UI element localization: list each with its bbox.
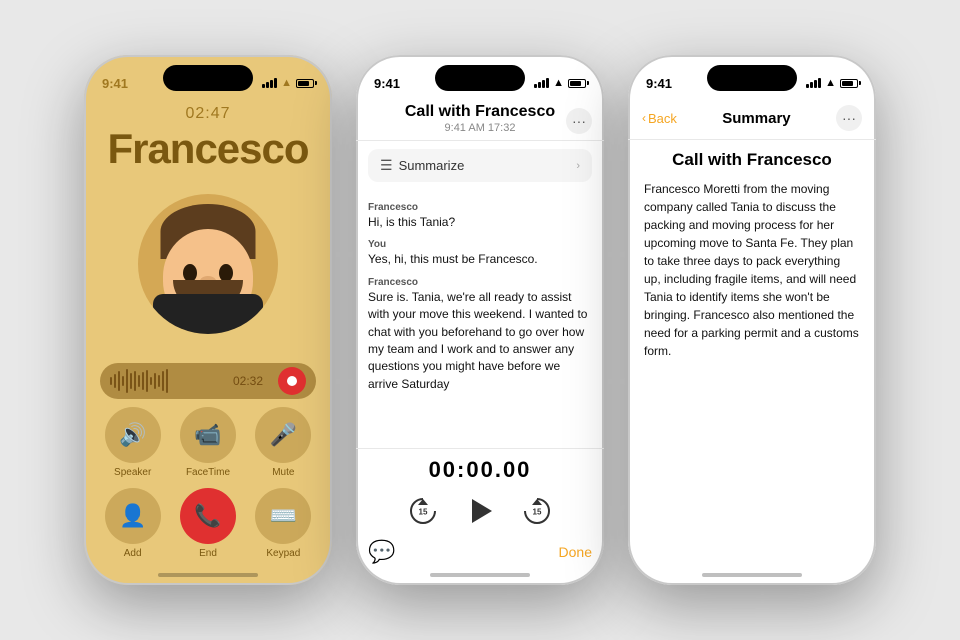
summary-nav-title: Summary [722,110,790,127]
end-label: End [199,548,217,559]
signal-bar-2 [266,82,269,88]
waveform-bar: 02:32 [100,363,316,399]
memoji-face [148,204,268,334]
transcript-line-3: Sure is. Tania, we're all ready to assis… [368,289,592,393]
record-button[interactable] [278,367,306,395]
waveform-lines [110,369,230,393]
signal-icon-3 [806,78,821,88]
signal-bar-3 [270,80,273,88]
playback-time: 00:00.00 [429,457,532,483]
record-indicator [287,376,297,386]
dynamic-island-2 [435,65,525,91]
end-button[interactable]: 📞 End [175,488,240,559]
signal-bar-1 [262,84,265,88]
summary-body-text: Francesco Moretti from the moving compan… [644,180,860,360]
battery-icon-3 [840,79,858,88]
call-duration: 02:47 [84,105,332,123]
back-button[interactable]: ‹ Back [642,111,677,126]
transcript-header: Call with Francesco 9:41 AM 17:32 ··· [356,101,604,141]
speaker-1: Francesco [368,202,592,213]
transcript-title: Call with Francesco [372,103,588,121]
more-options-button[interactable]: ··· [566,108,592,134]
phone-summary: 9:41 ▲ ‹ Back Summary ··· Call with Fran… [628,55,876,585]
status-time-2: 9:41 [374,76,400,91]
skip-back-button[interactable]: 15 [406,494,440,528]
speaker-label: Speaker [114,467,151,478]
transcript-bubble-icon: 💬 [368,539,395,565]
skip-back-label: 15 [419,507,428,516]
transcript-scroll[interactable]: Francesco Hi, is this Tania? You Yes, hi… [356,190,604,448]
status-icons-1: ▲ [262,77,314,89]
phone-transcript: 9:41 ▲ Call with Francesco 9:41 AM 17:32… [356,55,604,585]
summarize-label: Summarize [399,158,465,173]
summarize-row[interactable]: ☰ Summarize › [368,149,592,182]
home-indicator-1 [158,573,258,577]
status-icons-2: ▲ [534,77,586,89]
transcript-line-2: Yes, hi, this must be Francesco. [368,251,592,268]
signal-bar-4 [274,78,277,88]
phone-active-call: 9:41 ▲ 02:47 Francesco [84,55,332,585]
summary-call-title: Call with Francesco [644,150,860,170]
status-time-1: 9:41 [102,76,128,91]
speaker-2: You [368,239,592,250]
playback-controls: 15 15 [406,491,554,531]
dynamic-island [163,65,253,91]
mute-icon-circle: 🎤 [255,407,311,463]
signal-icon-2 [534,78,549,88]
add-icon-circle: 👤 [105,488,161,544]
play-icon [462,493,498,529]
home-indicator-3 [702,573,802,577]
call-timer: 02:32 [233,374,263,388]
speaker-icon-circle: 🔊 [105,407,161,463]
facetime-label: FaceTime [186,467,230,478]
transcript-bottom: 💬 Done [356,535,604,567]
mute-button[interactable]: 🎤 Mute [251,407,316,478]
keypad-icon-circle: ⌨️ [255,488,311,544]
status-icons-3: ▲ [806,77,858,89]
caller-name: Francesco [84,125,332,173]
add-label: Add [124,548,142,559]
speaker-3: Francesco [368,277,592,288]
wifi-icon: ▲ [281,77,292,89]
summarize-left: ☰ Summarize [380,157,464,174]
skip-forward-button[interactable]: 15 [520,494,554,528]
home-indicator-2 [430,573,530,577]
memoji-area [84,173,332,355]
battery-fill [298,81,309,86]
wifi-icon-3: ▲ [825,77,836,89]
status-time-3: 9:41 [646,76,672,91]
keypad-label: Keypad [266,548,300,559]
call-buttons-grid: 🔊 Speaker 📹 FaceTime 🎤 Mute 👤 Add 📞 End … [84,407,332,567]
battery-fill-2 [570,81,581,86]
summarize-icon: ☰ [380,157,393,174]
summary-nav: ‹ Back Summary ··· [628,101,876,140]
memoji-shirt [153,294,263,334]
play-button[interactable] [460,491,500,531]
transcript-subtitle: 9:41 AM 17:32 [372,122,588,134]
speaker-button[interactable]: 🔊 Speaker [100,407,165,478]
battery-icon [296,79,314,88]
chevron-right-icon: › [576,160,580,172]
summary-more-button[interactable]: ··· [836,105,862,131]
done-button[interactable]: Done [559,544,592,560]
facetime-button[interactable]: 📹 FaceTime [175,407,240,478]
keypad-button[interactable]: ⌨️ Keypad [251,488,316,559]
back-label: Back [648,111,677,126]
add-button[interactable]: 👤 Add [100,488,165,559]
back-chevron-icon: ‹ [642,111,646,125]
wifi-icon-2: ▲ [553,77,564,89]
battery-fill-3 [842,81,853,86]
mute-label: Mute [272,467,294,478]
playback-area: 00:00.00 15 15 [356,448,604,535]
facetime-icon-circle: 📹 [180,407,236,463]
summary-content: Call with Francesco Francesco Moretti fr… [628,140,876,567]
memoji-avatar [138,194,278,334]
signal-icon [262,78,277,88]
skip-forward-label: 15 [533,507,542,516]
end-icon-circle: 📞 [180,488,236,544]
transcript-line-1: Hi, is this Tania? [368,214,592,231]
dynamic-island-3 [707,65,797,91]
battery-icon-2 [568,79,586,88]
